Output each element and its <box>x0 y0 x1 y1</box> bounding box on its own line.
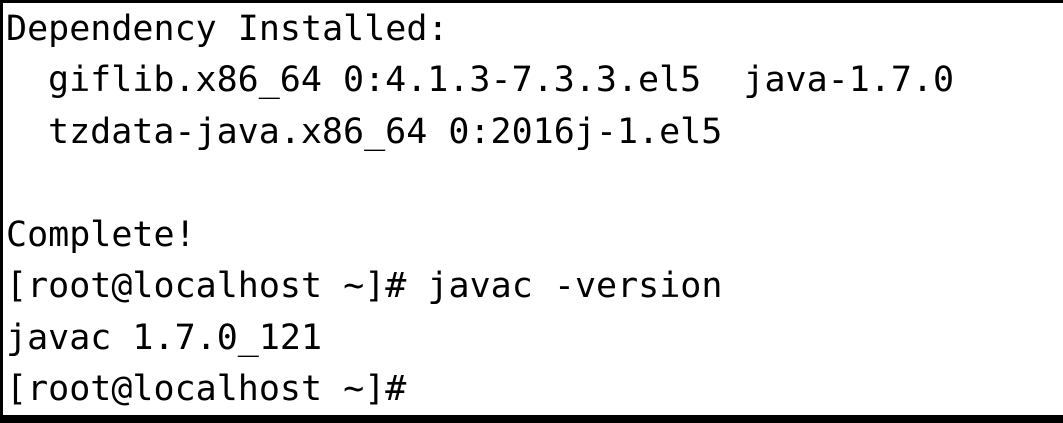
terminal-line-prompt[interactable]: [root@localhost ~]# <box>6 363 427 415</box>
terminal-line-command: [root@localhost ~]# javac -version <box>6 266 723 306</box>
terminal-line-package-giflib: giflib.x86_64 0:4.1.3-7.3.3.el5 java-1.7… <box>48 60 955 100</box>
terminal-cursor <box>406 370 427 410</box>
terminal-line-dependency-header: Dependency Installed: <box>6 9 449 49</box>
terminal-line-package-tzdata: tzdata-java.x86_64 0:2016j-1.el5 <box>48 112 723 152</box>
terminal-output[interactable]: Dependency Installed: giflib.x86_64 0:4.… <box>6 3 1063 415</box>
prompt-text: [root@localhost ~]# <box>6 369 407 409</box>
terminal-window[interactable]: Dependency Installed: giflib.x86_64 0:4.… <box>0 0 1063 423</box>
terminal-line-complete: Complete! <box>6 215 196 255</box>
terminal-line-javac-output: javac 1.7.0_121 <box>6 318 323 358</box>
